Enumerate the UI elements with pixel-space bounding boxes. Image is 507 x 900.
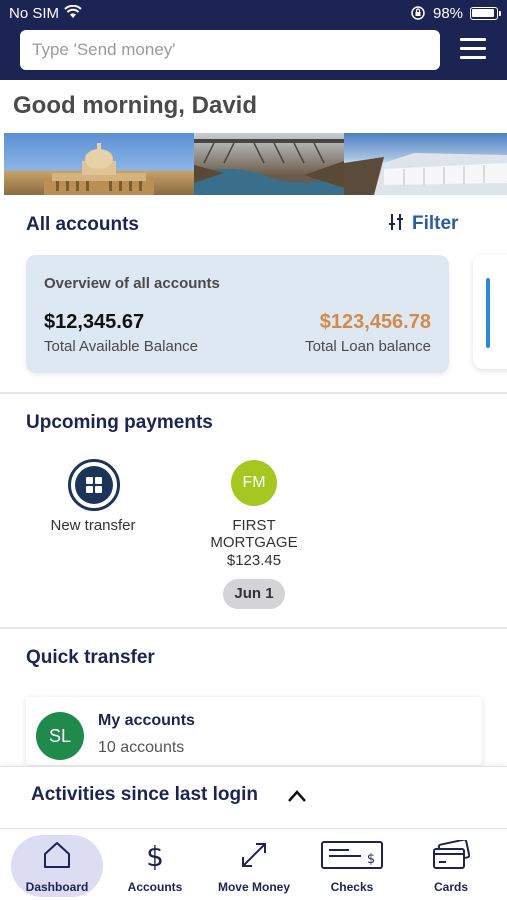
filter-label: Filter: [412, 213, 459, 234]
payment-date-badge: Jun 1: [223, 579, 285, 609]
wifi-icon: [64, 5, 82, 18]
account-color-bar: [486, 278, 490, 348]
chevron-up-icon[interactable]: [287, 789, 307, 803]
section-divider: [0, 627, 507, 629]
quick-transfer-name: My accounts: [98, 712, 195, 729]
bridge-canyon-image: [194, 139, 344, 195]
nav-accounts[interactable]: $ Accounts: [105, 829, 205, 900]
total-loan-balance: $123,456.78: [319, 311, 431, 333]
svg-text:$: $: [146, 840, 164, 872]
quick-transfer-title: Quick transfer: [26, 647, 155, 668]
nav-label: Cards: [433, 880, 468, 894]
my-accounts-avatar: SL: [36, 712, 84, 760]
next-account-card[interactable]: [473, 255, 507, 369]
nav-label: Checks: [330, 880, 374, 894]
first-mortgage-avatar[interactable]: FM: [231, 460, 277, 506]
nav-move-money[interactable]: Move Money: [204, 829, 304, 900]
new-transfer-label: New transfer: [50, 517, 136, 534]
quick-transfer-subtitle: 10 accounts: [98, 739, 185, 756]
credit-card-icon: [433, 840, 470, 869]
nav-label: Move Money: [217, 880, 290, 894]
capitol-building-image: [44, 143, 154, 195]
all-accounts-title: All accounts: [26, 214, 139, 235]
hamburger-menu-icon[interactable]: [460, 38, 486, 60]
section-divider: [0, 392, 507, 394]
payment-name-line1: FIRST: [232, 517, 276, 534]
carrier-label: No SIM: [9, 5, 60, 22]
nav-label: Dashboard: [25, 880, 89, 894]
nav-checks[interactable]: $ Checks: [302, 829, 402, 900]
filter-sliders-icon: [389, 214, 403, 230]
home-icon: [44, 842, 70, 868]
total-available-label: Total Available Balance: [44, 338, 198, 355]
total-available-balance: $12,345.67: [44, 311, 145, 333]
nav-label: Accounts: [127, 880, 183, 894]
total-loan-label: Total Loan balance: [305, 338, 431, 355]
filter-button[interactable]: Filter: [388, 213, 458, 235]
activities-panel[interactable]: Activities since last login: [0, 766, 507, 828]
hero-banner-image: [4, 133, 507, 195]
payment-amount: $123.45: [226, 552, 282, 569]
check-icon: $: [321, 841, 383, 869]
bottom-navigation: Dashboard $ Accounts Move Money $ Checks: [0, 828, 507, 900]
dollar-icon: $: [146, 840, 164, 872]
activities-title: Activities since last login: [31, 784, 259, 805]
status-bar: No SIM 98%: [0, 0, 507, 28]
battery-percentage: 98%: [433, 5, 464, 22]
upcoming-payments-title: Upcoming payments: [26, 412, 213, 433]
search-input[interactable]: Type 'Send money': [20, 30, 440, 70]
arrows-diagonal-icon: [242, 843, 266, 867]
new-transfer-button[interactable]: [68, 459, 120, 511]
payment-name-line2: MORTGAGE: [210, 534, 298, 551]
battery-icon: [470, 7, 501, 20]
nav-dashboard[interactable]: Dashboard: [7, 829, 107, 900]
overview-title: Overview of all accounts: [44, 275, 220, 292]
nav-cards[interactable]: Cards: [401, 829, 501, 900]
svg-text:$: $: [367, 852, 375, 867]
waterfall-image: [344, 153, 507, 195]
greeting-title: Good morning, David: [13, 92, 257, 119]
quick-transfer-item[interactable]: [26, 697, 482, 765]
grid-icon: [75, 466, 113, 504]
accounts-overview-card[interactable]: Overview of all accounts $12,345.67 Tota…: [26, 255, 449, 373]
rotation-lock-icon: [411, 6, 425, 20]
top-header: No SIM 98% Type 'Send money': [0, 0, 507, 80]
